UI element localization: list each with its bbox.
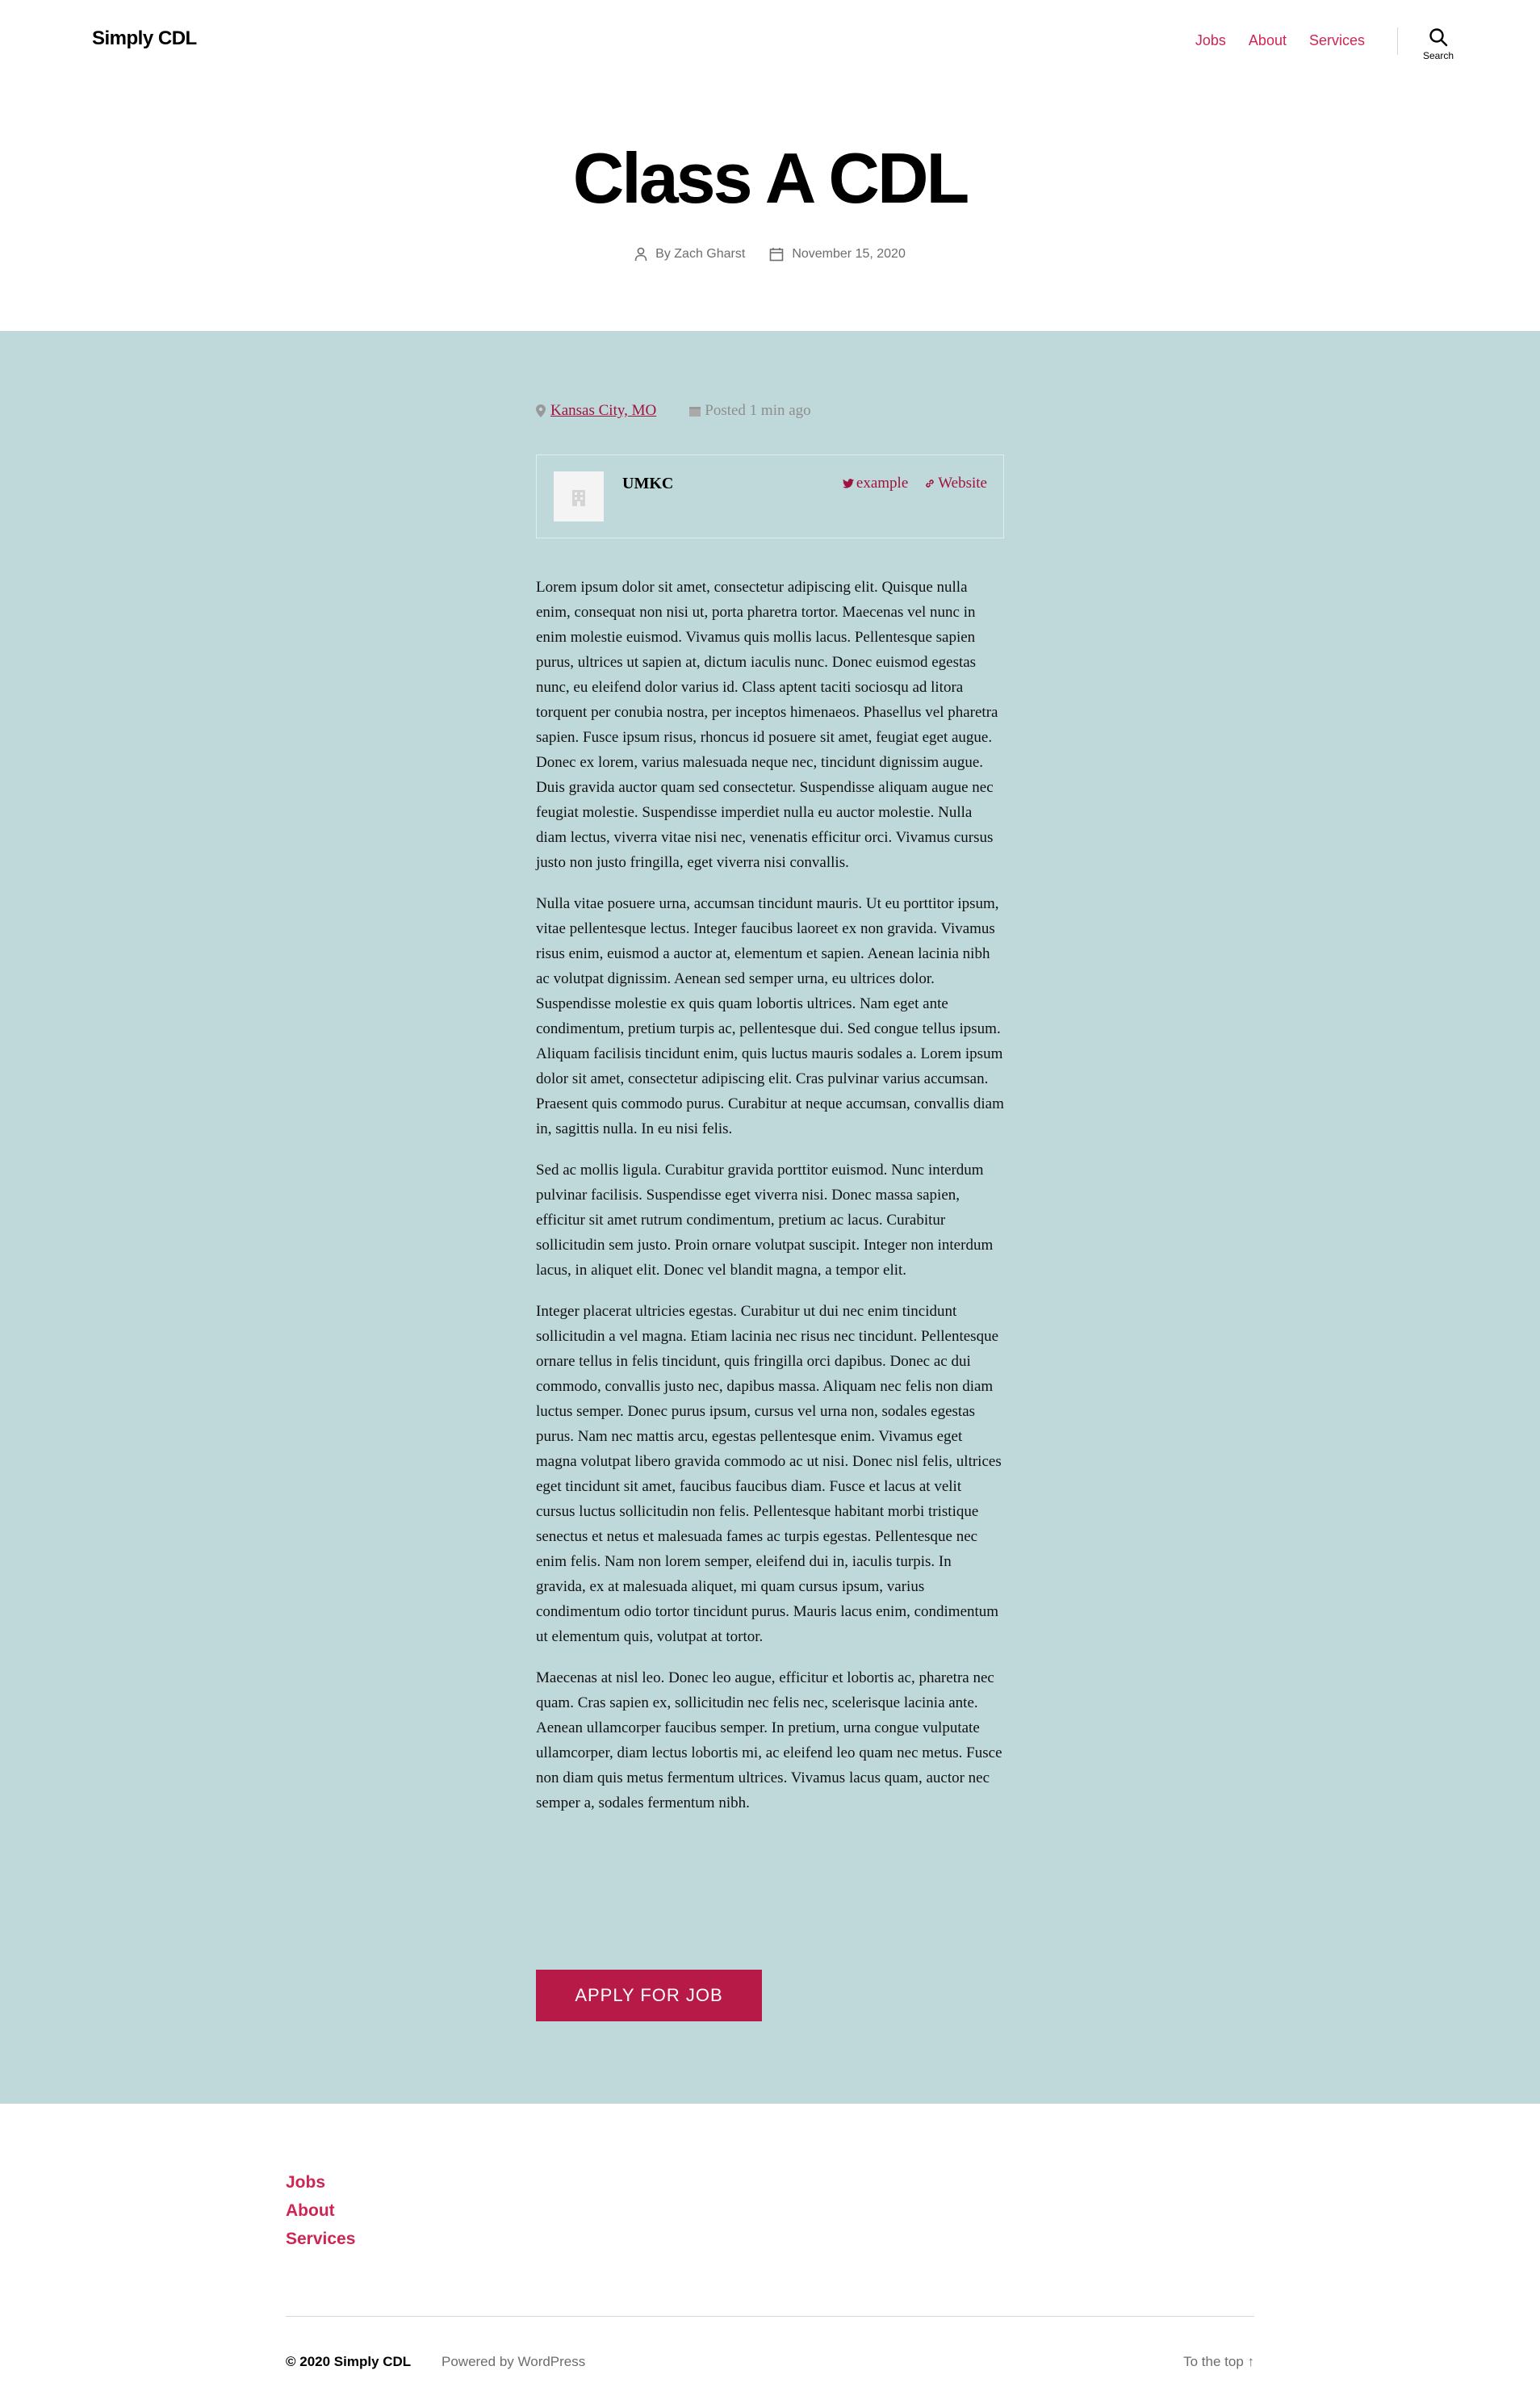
company-website-link[interactable]: Website: [924, 475, 987, 492]
calendar-icon: [770, 248, 784, 262]
job-description-paragraph: Sed ac mollis ligula. Curabitur gravida …: [536, 1162, 994, 1279]
job-description: Lorem ipsum dolor sit amet, consectetur …: [536, 575, 1004, 1832]
map-pin-icon: [536, 404, 546, 417]
building-icon: [572, 490, 585, 506]
company-logo: [554, 471, 604, 521]
link-icon: [926, 480, 935, 488]
nav-item-services[interactable]: Services: [1309, 32, 1365, 49]
job-meta: Kansas City, MO Posted 1 min ago: [536, 402, 1004, 420]
site-title[interactable]: Simply CDL: [92, 27, 197, 50]
company-name: UMKC: [622, 475, 674, 492]
post-date-link[interactable]: November 15, 2020: [792, 247, 906, 262]
footer-item-jobs[interactable]: Jobs: [286, 2168, 355, 2197]
footer-divider: [286, 2316, 1254, 2317]
post-author: By Zach Gharst: [634, 247, 745, 262]
post-author-link[interactable]: By Zach Gharst: [655, 247, 745, 262]
company-card: UMKC example Website: [536, 454, 1004, 538]
job-listing-section: Kansas City, MO Posted 1 min ago UMKC ex…: [0, 331, 1540, 2104]
search-label: Search: [1422, 50, 1454, 61]
apply-for-job-button[interactable]: APPLY FOR JOB: [536, 1970, 762, 2021]
job-description-paragraph: Lorem ipsum dolor sit amet, consectetur …: [536, 579, 998, 871]
job-description-paragraph: Integer placerat ultricies egestas. Cura…: [536, 1303, 1002, 1645]
job-description-paragraph: Maecenas at nisl leo. Donec leo augue, e…: [536, 1669, 1002, 1811]
job-posted-text: Posted 1 min ago: [705, 402, 811, 419]
nav-divider: [1397, 27, 1398, 55]
footer-item-about[interactable]: About: [286, 2197, 355, 2225]
search-icon: [1429, 28, 1448, 47]
company-twitter-label: example: [856, 475, 909, 492]
powered-by-link[interactable]: Powered by WordPress: [441, 2354, 585, 2370]
job-location-link[interactable]: Kansas City, MO: [550, 402, 656, 420]
footer-item-services[interactable]: Services: [286, 2225, 355, 2253]
company-website-label: Website: [938, 475, 987, 492]
calendar-icon: [689, 407, 701, 417]
company-twitter-link[interactable]: example: [842, 475, 909, 492]
job-description-paragraph: Nulla vitae posuere urna, accumsan tinci…: [536, 895, 1004, 1137]
post-meta: By Zach Gharst November 15, 2020: [0, 247, 1540, 262]
footer-copyright: © 2020 Simply CDL: [286, 2354, 412, 2369]
job-posted: Posted 1 min ago: [688, 402, 811, 420]
user-icon: [634, 247, 647, 262]
post-date: November 15, 2020: [769, 247, 906, 262]
primary-nav: Jobs About Services: [1173, 32, 1365, 49]
nav-item-about[interactable]: About: [1249, 32, 1287, 49]
site-header: Simply CDL Jobs About Services Search: [0, 0, 1540, 81]
nav-item-jobs[interactable]: Jobs: [1195, 32, 1226, 49]
company-links: example Website: [842, 475, 987, 492]
page-title: Class A CDL: [572, 138, 970, 218]
twitter-icon: [842, 479, 854, 488]
job-location: Kansas City, MO: [536, 402, 656, 420]
to-the-top-link[interactable]: To the top ↑: [1183, 2354, 1254, 2370]
footer-menu: Jobs About Services: [286, 2168, 355, 2253]
search-toggle[interactable]: Search: [1412, 27, 1464, 71]
